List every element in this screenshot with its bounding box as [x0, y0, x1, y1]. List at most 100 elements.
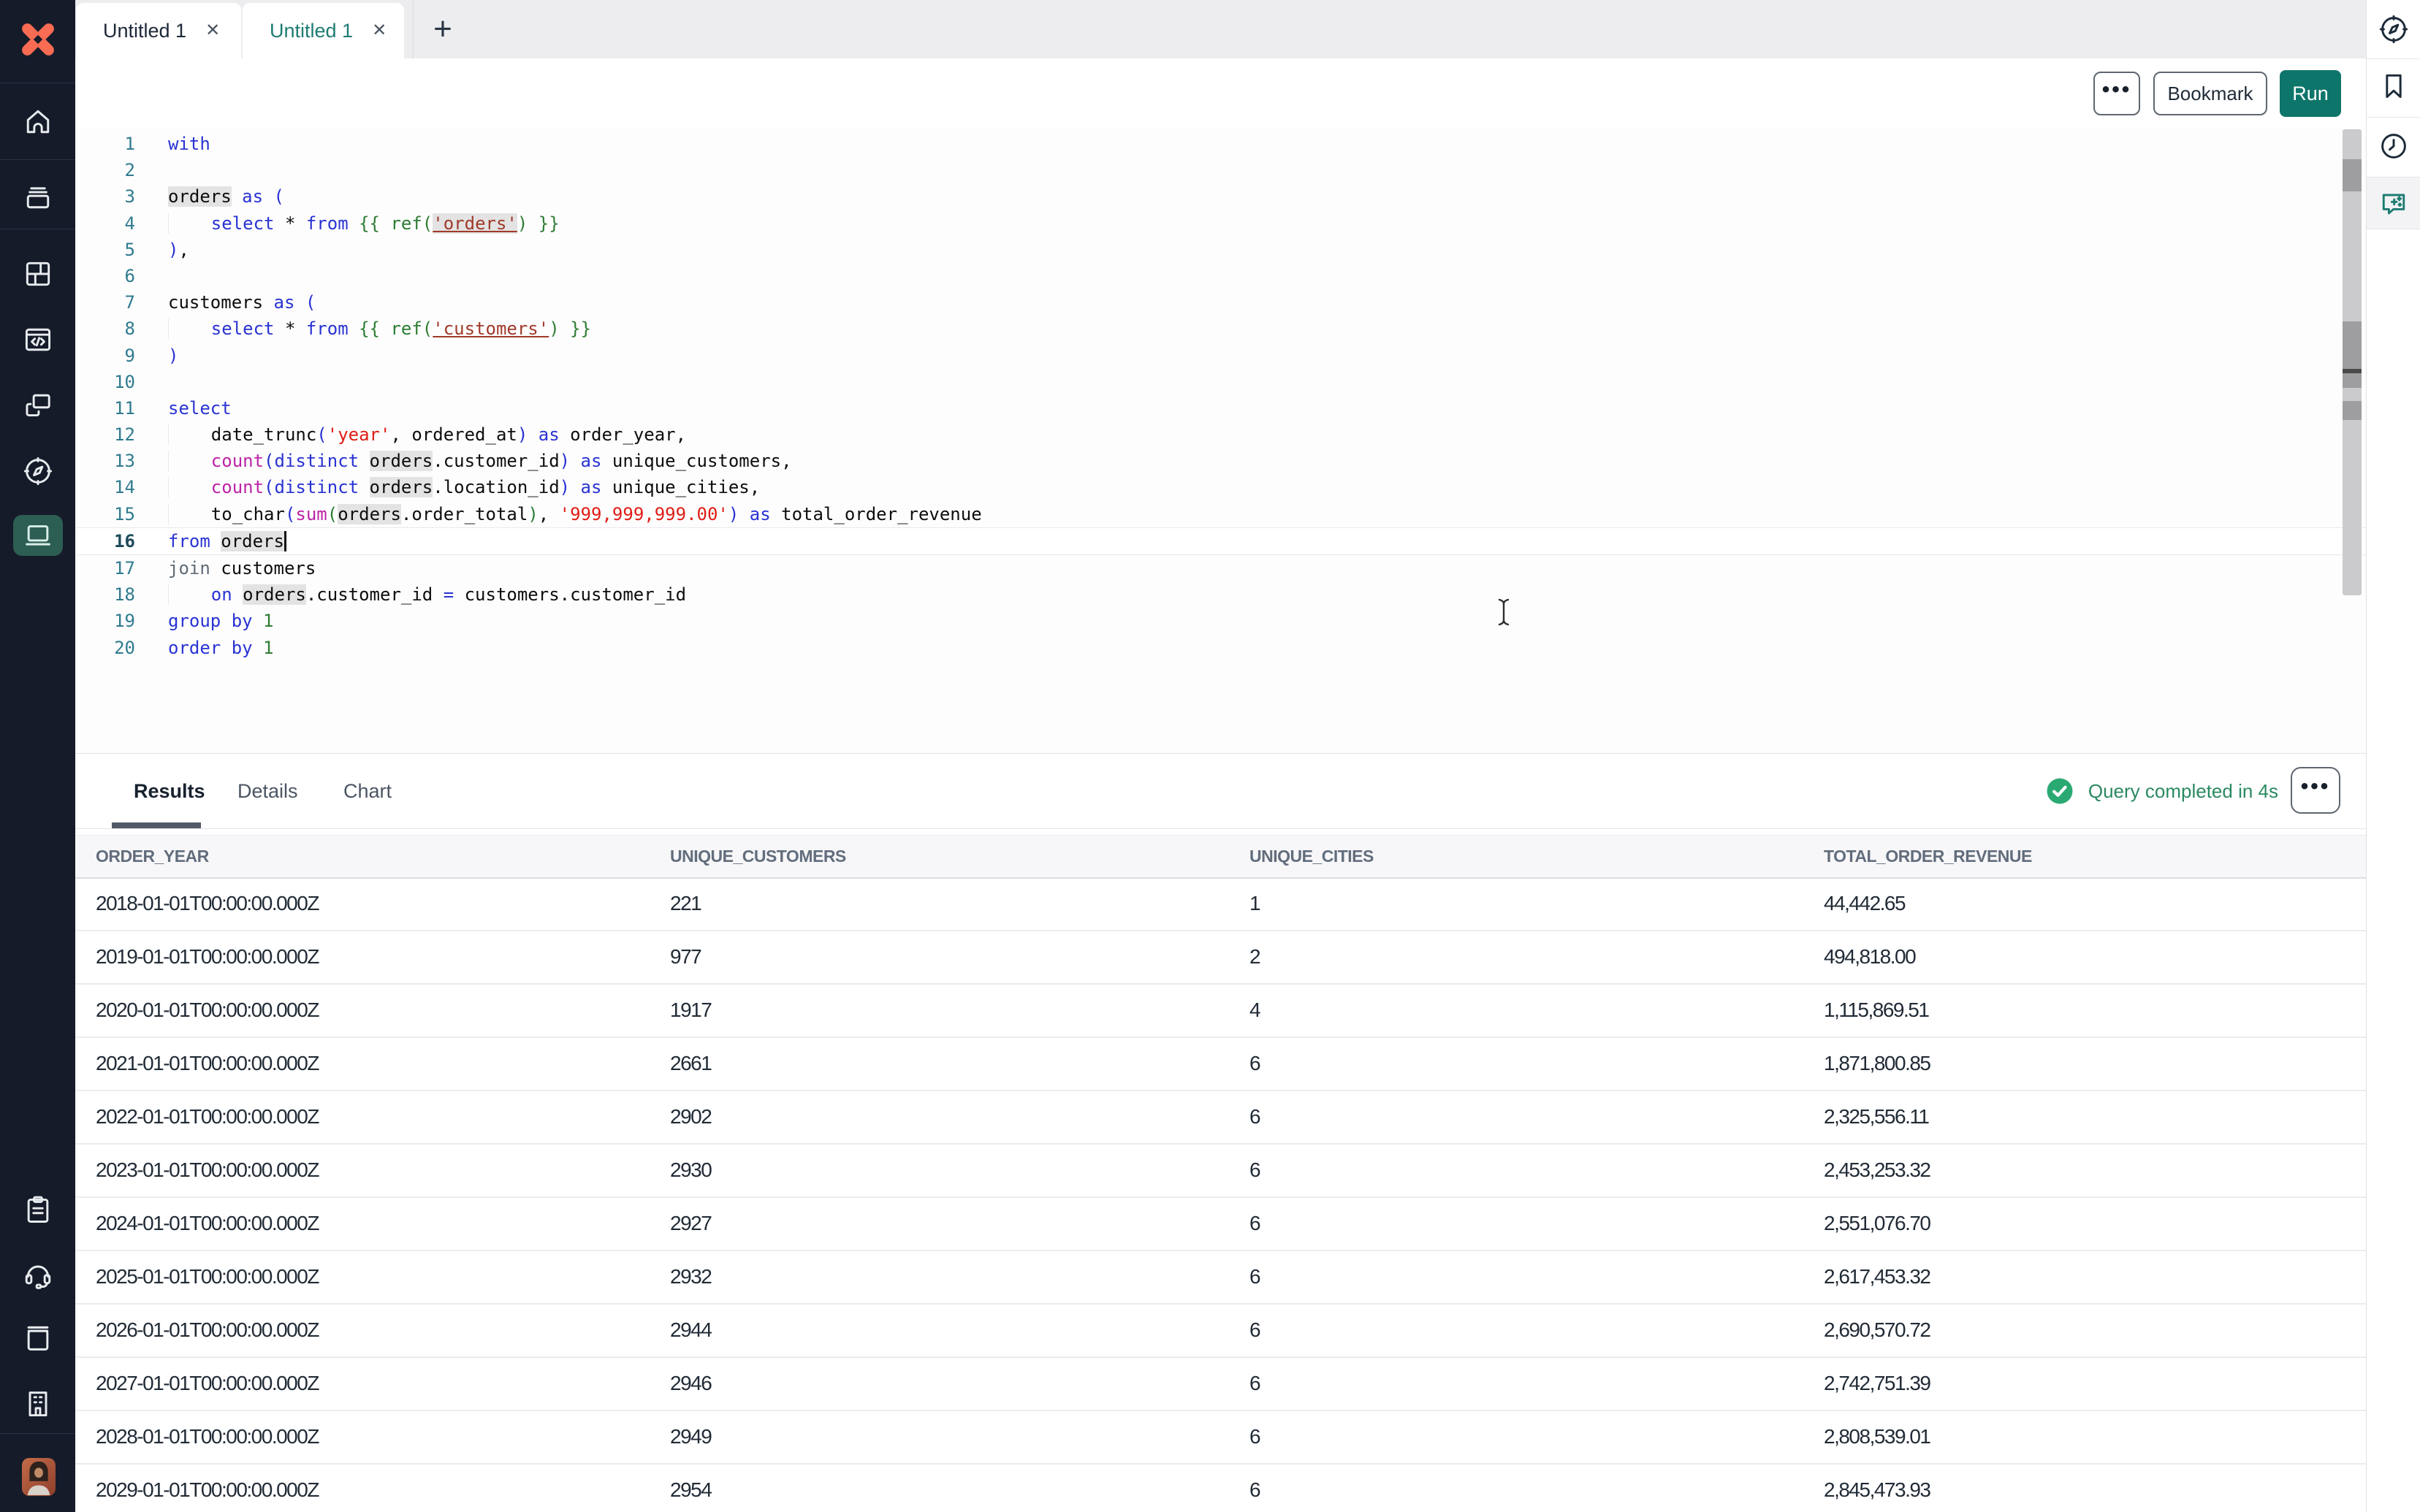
history-clock-icon[interactable]	[2378, 130, 2410, 162]
laptop-icon[interactable]	[22, 519, 54, 551]
query-status-text: Query completed in 4s	[2088, 780, 2278, 803]
line-number: 2	[75, 157, 135, 183]
sidebar-divider	[0, 1433, 75, 1434]
plus-icon[interactable]: +	[413, 0, 472, 58]
table-row[interactable]: 2029-01-01T00:00:00.000Z295462,845,473.9…	[75, 1465, 2366, 1512]
table-row[interactable]: 2021-01-01T00:00:00.000Z266161,871,800.8…	[75, 1038, 2366, 1091]
code-line-2[interactable]: 2	[75, 157, 2366, 183]
table-row[interactable]: 2019-01-01T00:00:00.000Z9772494,818.00	[75, 931, 2366, 985]
table-cell: 44,442.65	[1824, 878, 1905, 928]
laptop-active-tile[interactable]	[13, 515, 63, 556]
code-line-19[interactable]: 19group by 1	[75, 608, 2366, 634]
table-cell: 2949	[670, 1411, 711, 1462]
table-row[interactable]: 2026-01-01T00:00:00.000Z294462,690,570.7…	[75, 1305, 2366, 1358]
code-line-14[interactable]: 14 count(distinct orders.location_id) as…	[75, 474, 2366, 500]
code-line-3[interactable]: 3orders as (	[75, 183, 2366, 210]
ai-chat-icon[interactable]	[2378, 187, 2410, 219]
table-row[interactable]: 2024-01-01T00:00:00.000Z292762,551,076.7…	[75, 1198, 2366, 1251]
code-line-15[interactable]: 15 to_char(sum(orders.order_total), '999…	[75, 501, 2366, 527]
table-body[interactable]: 2018-01-01T00:00:00.000Z221144,442.65201…	[75, 878, 2366, 1512]
run-button[interactable]: Run	[2280, 70, 2341, 117]
code-line-17[interactable]: 17join customers	[75, 555, 2366, 581]
column-header-unique_customers[interactable]: UNIQUE_CUSTOMERS	[670, 836, 846, 877]
notebook-icon[interactable]	[22, 1322, 54, 1354]
table-cell: 494,818.00	[1824, 931, 1915, 982]
results-more-button[interactable]: •••	[2291, 767, 2340, 814]
table-cell: 2661	[670, 1038, 711, 1088]
code-area[interactable]: 1with23orders as (4 select * from {{ ref…	[75, 131, 2366, 661]
code-line-7[interactable]: 7customers as (	[75, 289, 2366, 316]
table-row[interactable]: 2027-01-01T00:00:00.000Z294662,742,751.3…	[75, 1358, 2366, 1411]
table-cell: 2954	[670, 1465, 711, 1512]
table-row[interactable]: 2018-01-01T00:00:00.000Z221144,442.65	[75, 878, 2366, 931]
compass-icon[interactable]	[2378, 13, 2410, 45]
dashboard-grid-icon[interactable]	[22, 258, 54, 290]
home-icon[interactable]	[22, 106, 54, 138]
table-cell: 2027-01-01T00:00:00.000Z	[96, 1358, 319, 1408]
table-row[interactable]: 2025-01-01T00:00:00.000Z293262,617,453.3…	[75, 1251, 2366, 1305]
table-cell: 2025-01-01T00:00:00.000Z	[96, 1251, 319, 1302]
line-number: 15	[75, 501, 135, 527]
code-line-1[interactable]: 1with	[75, 131, 2366, 157]
line-number: 16	[75, 528, 135, 554]
close-icon[interactable]: ✕	[372, 22, 387, 39]
bookmark-button[interactable]: Bookmark	[2153, 72, 2267, 115]
clipboard-icon[interactable]	[22, 1194, 54, 1226]
table-cell: 6	[1249, 1091, 1260, 1142]
code-line-11[interactable]: 11select	[75, 395, 2366, 421]
bookmark-icon[interactable]	[2378, 70, 2410, 102]
close-icon[interactable]: ✕	[205, 22, 220, 39]
column-header-unique_cities[interactable]: UNIQUE_CITIES	[1249, 836, 1374, 877]
table-row[interactable]: 2020-01-01T00:00:00.000Z191741,115,869.5…	[75, 985, 2366, 1038]
run-button-label: Run	[2292, 83, 2329, 105]
line-number: 14	[75, 474, 135, 500]
building-icon[interactable]	[22, 1388, 54, 1420]
code-line-6[interactable]: 6	[75, 263, 2366, 289]
code-line-10[interactable]: 10	[75, 369, 2366, 395]
column-header-total_order_revenue[interactable]: TOTAL_ORDER_REVENUE	[1824, 836, 2032, 877]
line-number: 5	[75, 237, 135, 263]
table-cell: 2944	[670, 1305, 711, 1355]
code-line-12[interactable]: 12 date_trunc('year', ordered_at) as ord…	[75, 421, 2366, 448]
sql-editor[interactable]: 1with23orders as (4 select * from {{ ref…	[75, 128, 2366, 754]
table-cell: 2902	[670, 1091, 711, 1142]
results-tab-row: Results Details Chart Query completed in…	[75, 754, 2366, 829]
table-cell: 6	[1249, 1251, 1260, 1302]
line-number: 10	[75, 369, 135, 395]
code-line-4[interactable]: 4 select * from {{ ref('orders') }}	[75, 210, 2366, 237]
table-row[interactable]: 2022-01-01T00:00:00.000Z290262,325,556.1…	[75, 1091, 2366, 1145]
tab-untitled-2[interactable]: Untitled 1 ✕	[243, 3, 404, 58]
line-number: 9	[75, 343, 135, 369]
tab-details[interactable]: Details	[237, 754, 298, 828]
windows-icon[interactable]	[22, 389, 54, 421]
compass-icon[interactable]	[22, 455, 54, 487]
table-row[interactable]: 2023-01-01T00:00:00.000Z293062,453,253.3…	[75, 1145, 2366, 1198]
table-cell: 2,742,751.39	[1824, 1358, 1930, 1408]
ai-chat-tile[interactable]	[2367, 177, 2420, 229]
line-number: 7	[75, 289, 135, 316]
code-window-icon[interactable]	[22, 324, 54, 356]
code-line-20[interactable]: 20order by 1	[75, 635, 2366, 661]
table-row[interactable]: 2028-01-01T00:00:00.000Z294962,808,539.0…	[75, 1411, 2366, 1465]
table-header-row: ORDER_YEAR UNIQUE_CUSTOMERS UNIQUE_CITIES T…	[75, 835, 2366, 879]
tab-untitled-1[interactable]: Untitled 1 ✕	[76, 3, 241, 58]
editor-scrollbar[interactable]	[2343, 129, 2362, 595]
hex-logo[interactable]	[20, 21, 56, 58]
code-line-13[interactable]: 13 count(distinct orders.customer_id) as…	[75, 448, 2366, 474]
results-panel: Results Details Chart Query completed in…	[75, 754, 2366, 1512]
more-options-button[interactable]: •••	[2093, 72, 2140, 115]
user-avatar[interactable]	[22, 1458, 56, 1496]
line-number: 11	[75, 395, 135, 421]
tab-chart[interactable]: Chart	[343, 754, 392, 828]
code-line-8[interactable]: 8 select * from {{ ref('customers') }}	[75, 316, 2366, 342]
tab-results[interactable]: Results	[134, 754, 205, 828]
table-cell: 6	[1249, 1305, 1260, 1355]
archive-icon[interactable]	[22, 181, 54, 213]
table-cell: 2026-01-01T00:00:00.000Z	[96, 1305, 319, 1355]
column-header-order_year[interactable]: ORDER_YEAR	[96, 836, 209, 877]
code-line-16[interactable]: 16from orders	[75, 527, 2366, 555]
code-line-18[interactable]: 18 on orders.customer_id = customers.cus…	[75, 581, 2366, 608]
code-line-5[interactable]: 5),	[75, 237, 2366, 263]
code-line-9[interactable]: 9)	[75, 343, 2366, 369]
headset-icon[interactable]	[22, 1259, 54, 1291]
